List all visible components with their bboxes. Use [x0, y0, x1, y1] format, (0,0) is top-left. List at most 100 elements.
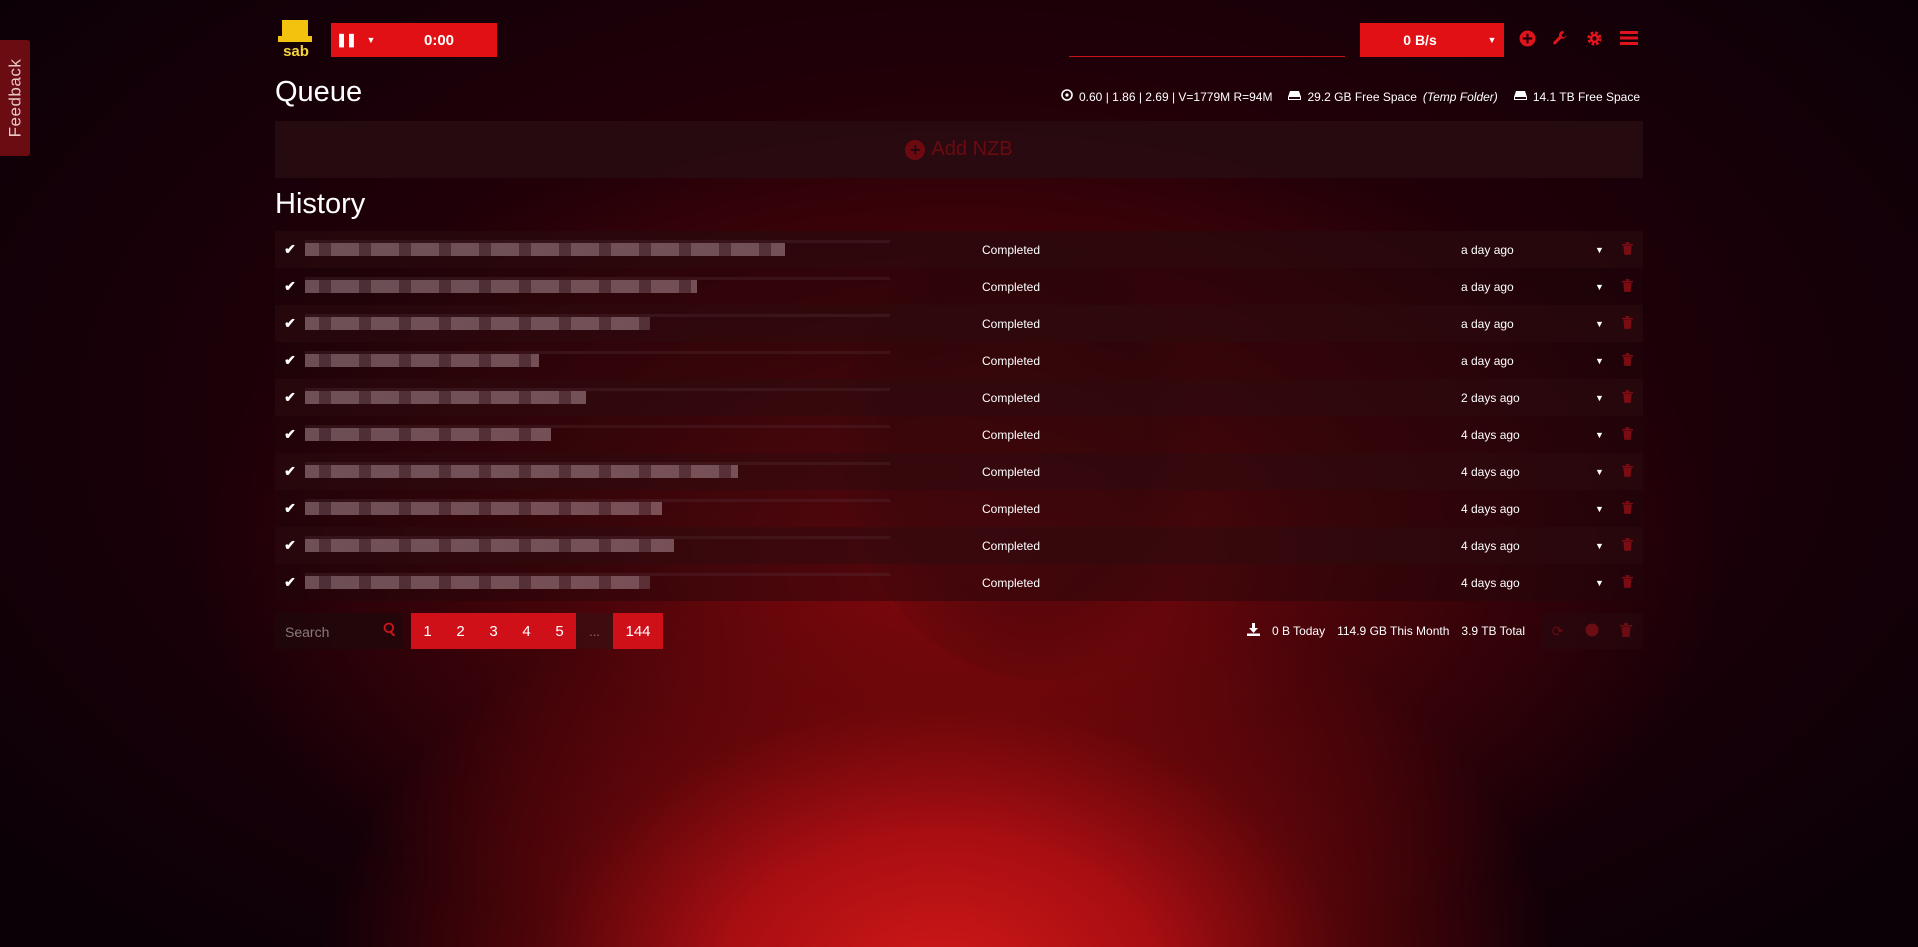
trash-icon[interactable]: [1622, 241, 1633, 258]
history-row[interactable]: ✔ Completed 2 days ago ▼: [275, 379, 1643, 416]
free-space: 14.1 TB Free Space: [1532, 89, 1640, 104]
add-nzb-button[interactable]: + Add NZB: [275, 121, 1643, 178]
history-actions: ⟳: [1541, 613, 1643, 649]
history-row[interactable]: ✔ Completed 4 days ago ▼: [275, 453, 1643, 490]
speed-limit-control[interactable]: 0 B/s ▼: [1360, 23, 1504, 57]
trash-icon[interactable]: [1622, 389, 1633, 406]
checkmark-icon: ✔: [284, 537, 296, 553]
chevron-down-icon[interactable]: ▼: [1595, 504, 1604, 514]
chevron-down-icon[interactable]: ▼: [361, 35, 381, 45]
history-row-time: 4 days ago: [1461, 538, 1520, 553]
chevron-down-icon[interactable]: ▼: [1595, 356, 1604, 366]
redacted-name-bar: [305, 280, 697, 293]
chevron-down-icon[interactable]: ▼: [1595, 541, 1604, 551]
temp-folder-space: 29.2 GB Free Space: [1307, 89, 1417, 104]
history-item-name-redacted[interactable]: [305, 240, 890, 259]
chevron-down-icon[interactable]: ▼: [1595, 430, 1604, 440]
history-row[interactable]: ✔ Completed a day ago ▼: [275, 342, 1643, 379]
trash-icon[interactable]: [1622, 463, 1633, 480]
chevron-down-icon[interactable]: ▼: [1595, 319, 1604, 329]
chevron-down-icon[interactable]: ▼: [1595, 467, 1604, 477]
refresh-icon[interactable]: ⟳: [1552, 623, 1564, 640]
history-title: History: [275, 188, 366, 220]
redacted-name-bar: [305, 317, 650, 330]
history-row-status: Completed: [982, 538, 1041, 553]
history-search-input[interactable]: [283, 616, 377, 648]
checkmark-icon: ✔: [284, 500, 296, 516]
history-item-name-redacted[interactable]: [305, 351, 890, 370]
hamburger-menu-icon[interactable]: [1619, 30, 1639, 50]
trash-icon[interactable]: [1622, 574, 1633, 591]
chevron-down-icon[interactable]: ▼: [1595, 393, 1604, 403]
chevron-down-icon[interactable]: ▼: [1595, 245, 1604, 255]
history-row-time: a day ago: [1461, 316, 1514, 331]
pause-control: ❚❚ ▼ 0:00: [331, 23, 497, 57]
trash-icon[interactable]: [1622, 500, 1633, 517]
month-total: 114.9 GB This Month: [1337, 624, 1450, 638]
chevron-down-icon[interactable]: ▼: [1595, 282, 1604, 292]
history-row-time: a day ago: [1461, 279, 1514, 294]
queue-title: Queue: [275, 76, 363, 108]
add-circle-icon: +: [905, 139, 926, 160]
trash-icon[interactable]: [1620, 622, 1633, 640]
checkmark-icon: ✔: [284, 463, 296, 479]
add-circle-icon[interactable]: [1517, 30, 1537, 50]
history-row[interactable]: ✔ Completed a day ago ▼: [275, 231, 1643, 268]
pause-icon[interactable]: ❚❚: [331, 32, 361, 48]
history-row[interactable]: ✔ Completed a day ago ▼: [275, 305, 1643, 342]
trash-icon[interactable]: [1622, 537, 1633, 554]
history-item-name-redacted[interactable]: [305, 314, 890, 333]
wrench-icon[interactable]: [1550, 30, 1570, 50]
page-button[interactable]: 4: [510, 613, 543, 649]
history-row-time: 4 days ago: [1461, 427, 1520, 442]
feedback-label: Feedback: [5, 58, 25, 138]
history-item-name-redacted[interactable]: [305, 388, 890, 407]
sab-logo[interactable]: sab: [276, 20, 316, 58]
checkmark-icon: ✔: [284, 352, 296, 368]
gear-icon[interactable]: [1584, 30, 1604, 50]
history-row-time: a day ago: [1461, 353, 1514, 368]
redacted-name-bar: [305, 576, 650, 589]
feedback-tab[interactable]: Feedback: [0, 40, 30, 156]
history-row-time: 4 days ago: [1461, 464, 1520, 479]
chevron-down-icon[interactable]: ▼: [1480, 35, 1504, 45]
history-item-name-redacted[interactable]: [305, 277, 890, 296]
page-button-last[interactable]: 144: [613, 613, 663, 649]
history-item-name-redacted[interactable]: [305, 536, 890, 555]
history-search: [275, 613, 403, 649]
history-row[interactable]: ✔ Completed 4 days ago ▼: [275, 527, 1643, 564]
history-row-time: 4 days ago: [1461, 575, 1520, 590]
info-circle-icon[interactable]: [1585, 623, 1599, 640]
all-time-total: 3.9 TB Total: [1461, 624, 1525, 638]
trash-icon[interactable]: [1622, 352, 1633, 369]
trash-icon[interactable]: [1622, 426, 1633, 443]
chevron-down-icon[interactable]: ▼: [1595, 578, 1604, 588]
checkmark-icon: ✔: [284, 389, 296, 405]
redacted-name-bar: [305, 428, 551, 441]
queue-search-field[interactable]: [1069, 56, 1345, 57]
history-row[interactable]: ✔ Completed 4 days ago ▼: [275, 564, 1643, 601]
history-row-status: Completed: [982, 242, 1041, 257]
page-button[interactable]: 2: [444, 613, 477, 649]
pause-timer[interactable]: 0:00: [381, 32, 497, 49]
page-button[interactable]: 1: [411, 613, 444, 649]
history-item-name-redacted[interactable]: [305, 462, 890, 481]
history-row[interactable]: ✔ Completed 4 days ago ▼: [275, 490, 1643, 527]
redacted-name-bar: [305, 502, 662, 515]
page-button[interactable]: 3: [477, 613, 510, 649]
history-row[interactable]: ✔ Completed 4 days ago ▼: [275, 416, 1643, 453]
history-item-name-redacted[interactable]: [305, 573, 890, 592]
history-row[interactable]: ✔ Completed a day ago ▼: [275, 268, 1643, 305]
history-row-status: Completed: [982, 316, 1041, 331]
trash-icon[interactable]: [1622, 315, 1633, 332]
search-icon[interactable]: [383, 622, 397, 639]
temp-folder-label: (Temp Folder): [1422, 89, 1498, 104]
history-item-name-redacted[interactable]: [305, 499, 890, 518]
page-button[interactable]: 5: [543, 613, 576, 649]
checkmark-icon: ✔: [284, 278, 296, 294]
trash-icon[interactable]: [1622, 278, 1633, 295]
history-row-status: Completed: [982, 427, 1041, 442]
history-row-status: Completed: [982, 390, 1041, 405]
page-ellipsis: ...: [576, 613, 613, 649]
history-item-name-redacted[interactable]: [305, 425, 890, 444]
